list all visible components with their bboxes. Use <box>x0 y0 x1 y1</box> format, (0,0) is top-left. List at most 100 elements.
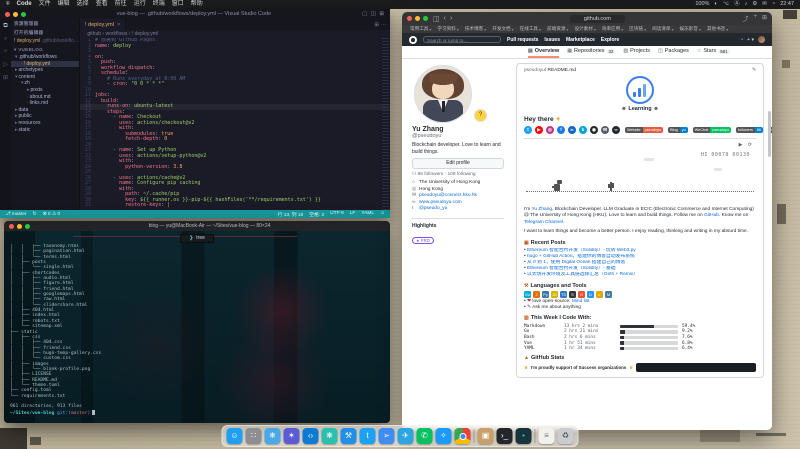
bookmark-前端资源[interactable]: 前端资源▾ <box>547 26 568 32</box>
browser-action-icon[interactable]: ⊞ <box>762 14 767 23</box>
bookmark-技术博客[interactable]: 技术博客▾ <box>465 26 486 32</box>
project-header[interactable]: ▾ VUEBLOG <box>11 45 79 54</box>
files-icon[interactable]: ⧉ <box>3 23 7 30</box>
zoom-button[interactable] <box>423 16 428 21</box>
terminal-titlebar[interactable]: blog — yu@MacBook-Air — ~/Sites/vue-blog… <box>4 221 390 231</box>
dock-wechat-icon[interactable]: ✆ <box>417 428 433 444</box>
address-bar[interactable]: github.com <box>570 15 625 23</box>
close-button[interactable] <box>9 224 14 229</box>
edit-profile-button[interactable]: Edit profile <box>412 158 504 169</box>
game-controls[interactable]: ▶ ⟳ <box>739 142 754 148</box>
minimize-button[interactable] <box>13 12 18 17</box>
statusbar-item[interactable]: ⊗ 0 ⚠ 0 <box>43 212 61 217</box>
tree-item-.githubworkflows[interactable]: ▾.github/workflows <box>11 54 79 61</box>
vscode-titlebar[interactable]: vue-blog — .github/workflows/deploy.yml … <box>0 9 390 19</box>
nav-pull-requests[interactable]: Pull requests <box>507 37 538 43</box>
menu-clock[interactable]: 22:47 <box>780 0 794 9</box>
zoom-button[interactable] <box>21 12 26 17</box>
statusbar-item[interactable]: 空格: 2 <box>309 211 324 218</box>
status-icon[interactable]: ⚙ <box>752 0 757 9</box>
menu-item-查看[interactable]: 查看 <box>96 0 108 9</box>
dock-archive-icon[interactable]: ▣ <box>478 428 494 444</box>
nav-marketplace[interactable]: Marketplace <box>566 37 595 43</box>
tab-projects[interactable]: ▧Projects <box>623 46 650 58</box>
menu-item-选择[interactable]: 选择 <box>77 0 89 9</box>
post-link[interactable]: 以太坊开发环境及工具链选择汇总（Geth + Remix） <box>524 272 756 278</box>
dock-vscode-icon[interactable]: ‹› <box>303 428 319 444</box>
browser-nav-icon[interactable]: ‹ <box>444 15 446 23</box>
status-emoji-badge[interactable]: ? <box>474 109 487 122</box>
editor-actions[interactable]: ⊞ ··· <box>374 19 390 30</box>
source-control-icon[interactable]: ⑂ <box>4 49 8 55</box>
instagram-icon[interactable]: ◎ <box>546 126 554 134</box>
linkedin-icon[interactable]: in <box>568 126 576 134</box>
bookmark-设计素材[interactable]: 设计素材▾ <box>574 26 595 32</box>
bookmark-常用工具[interactable]: 常用工具▾ <box>410 26 431 32</box>
notifications-bell-icon[interactable]: ◔ <box>740 37 743 43</box>
tab-overview[interactable]: ▤Overview <box>528 46 559 58</box>
tab-packages[interactable]: ◫Packages <box>658 46 689 58</box>
dock-launchpad-icon[interactable]: ∷ <box>246 428 262 444</box>
statusbar-item[interactable]: UTF-8 <box>330 211 344 218</box>
status-icon[interactable]: ◔ <box>772 0 775 9</box>
menu-item-前往[interactable]: 前往 <box>115 0 127 9</box>
browser-action-icon[interactable]: ⤴ <box>742 14 748 23</box>
badge-website[interactable]: Websitepseudoyu <box>625 127 663 133</box>
profile-detail[interactable]: ✉pseudoyu@connect.hku.hk <box>412 193 508 200</box>
apple-menu-icon[interactable]: ⍟ <box>6 0 10 9</box>
user-avatar-small[interactable] <box>758 36 765 43</box>
minimize-button[interactable] <box>415 16 420 21</box>
shell-prompt[interactable]: ~/Sites/vue-blog git:(master) <box>10 410 386 416</box>
readme-owner[interactable]: pseudoyu <box>524 68 545 73</box>
dock-finder-icon[interactable]: ☺ <box>227 428 243 444</box>
create-new-dropdown[interactable]: + ▾ <box>747 37 754 43</box>
statusbar-item[interactable]: LF <box>350 211 356 218</box>
bookmark-区块链[interactable]: 区块链▾ <box>629 26 646 32</box>
tree-item-zh[interactable]: ▾zh <box>11 80 79 87</box>
statusbar-item[interactable]: 行 13, 列 18 <box>278 211 304 218</box>
dock-twitter-icon[interactable]: t <box>360 428 376 444</box>
menu-app-name[interactable]: Code <box>17 0 32 9</box>
close-button[interactable] <box>407 16 412 21</box>
dock-document-icon[interactable]: ≡ <box>539 428 555 444</box>
github-logo-icon[interactable] <box>409 36 417 44</box>
dock-navigation-icon[interactable]: ➢ <box>379 428 395 444</box>
scrollbar[interactable] <box>768 111 771 157</box>
status-icon[interactable]: 100% <box>695 0 709 9</box>
status-icon[interactable]: ✉ <box>762 0 767 9</box>
browser-nav-icon[interactable]: › <box>450 15 452 23</box>
dock-trash-icon[interactable]: ♻ <box>558 428 574 444</box>
close-button[interactable] <box>5 12 10 17</box>
intro-link[interactable]: Yu Zhang <box>532 207 553 212</box>
menu-item-窗口[interactable]: 窗口 <box>172 0 184 9</box>
bilibili-icon[interactable]: b <box>579 126 587 134</box>
tab-stars[interactable]: ☆Stars581 <box>697 46 730 58</box>
tree-item-links.md[interactable]: ·links.md <box>11 100 79 107</box>
status-icon[interactable]: ◐ <box>714 0 717 9</box>
dock-fig-icon[interactable]: ❄ <box>265 428 281 444</box>
dock-chat-app-icon[interactable]: ❋ <box>322 428 338 444</box>
edit-readme-icon[interactable]: ✎ <box>752 68 756 73</box>
youtube-icon[interactable]: ▶ <box>535 126 543 134</box>
tree-item-resources[interactable]: ▸resources <box>11 120 79 127</box>
bookmark-其他书签[interactable]: 其他书签▾ <box>707 26 728 32</box>
statusbar-item[interactable]: ⎇ master <box>5 212 27 217</box>
browser-nav-icon[interactable]: ◫ <box>433 15 440 23</box>
tab-close-icon[interactable]: × <box>117 22 120 28</box>
terminal-body[interactable]: ❯ tree │ │ ├── taxonomy.html │ │ ├── pag… <box>4 231 390 423</box>
dock-terminal-app-icon[interactable]: ›_ <box>497 428 513 444</box>
tree-item-content[interactable]: ▾content <box>11 74 79 81</box>
terminal-tab[interactable]: ❯ tree <box>180 234 214 243</box>
profile-avatar[interactable] <box>414 65 472 123</box>
tree-item-about.md[interactable]: ·about.md <box>11 94 79 101</box>
minimap[interactable] <box>382 38 389 210</box>
twitter-icon[interactable]: t <box>524 126 532 134</box>
github-search-input[interactable]: Search or jump to… <box>423 36 501 43</box>
status-icon[interactable]: ⌥ <box>723 0 729 9</box>
profile-detail[interactable]: t@pseudo_yu <box>412 206 508 213</box>
tree-item-deploy.yml[interactable]: ·! deploy.yml <box>11 61 79 68</box>
dino-game[interactable]: ▶ ⟳ HI 00078 00130 <box>524 142 756 204</box>
tree-item-archetypes[interactable]: ▸archetypes <box>11 67 79 74</box>
code-editor[interactable]: 1# 部署到 GitHub Pages2name: deploy34on:5 p… <box>80 38 390 210</box>
tree-item-static[interactable]: ▸static <box>11 127 79 134</box>
